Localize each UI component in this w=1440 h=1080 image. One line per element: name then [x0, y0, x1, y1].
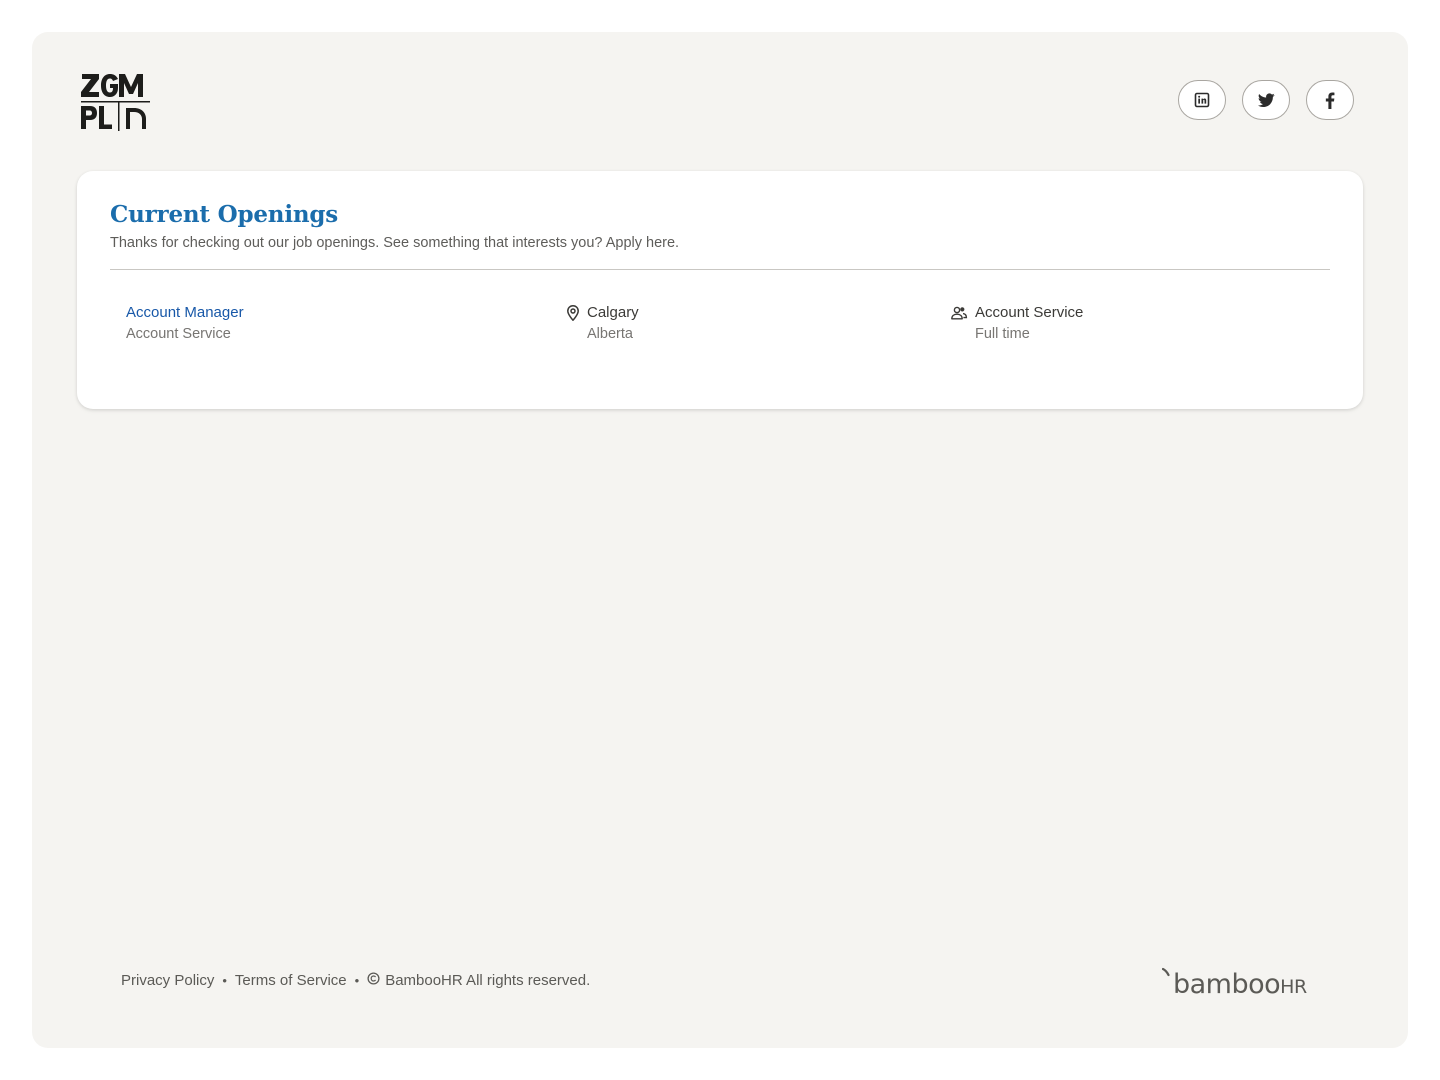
page-frame: Current Openings Thanks for checking out…	[32, 32, 1408, 1048]
company-logo[interactable]	[80, 72, 152, 132]
people-icon	[950, 304, 968, 322]
bamboohr-logo-mark: bambooHR	[1161, 967, 1307, 1000]
linkedin-button[interactable]	[1178, 80, 1226, 120]
job-department: Account Service	[126, 326, 231, 342]
job-row: Account Manager Account Service Calgary …	[126, 303, 1326, 347]
twitter-button[interactable]	[1242, 80, 1290, 120]
facebook-icon	[1325, 91, 1335, 109]
copyright-text: BambooHR All rights reserved.	[385, 972, 591, 989]
job-team: Account Service	[975, 304, 1084, 321]
social-links	[1178, 80, 1354, 120]
openings-card: Current Openings Thanks for checking out…	[77, 171, 1363, 409]
openings-subtitle: Thanks for checking out our job openings…	[110, 235, 680, 251]
privacy-policy-link[interactable]: Privacy Policy	[121, 972, 214, 989]
job-title-column: Account Manager Account Service	[126, 303, 244, 344]
footer-separator: •	[354, 973, 360, 988]
job-city: Calgary	[587, 304, 639, 321]
facebook-button[interactable]	[1306, 80, 1354, 120]
footer-separator: •	[222, 973, 227, 988]
copyright-icon	[367, 972, 380, 989]
footer: Privacy Policy • Terms of Service • Bamb…	[121, 972, 590, 989]
job-region: Alberta	[587, 326, 633, 342]
bamboohr-logo[interactable]: bambooHR	[1161, 967, 1324, 1001]
openings-title: Current Openings	[110, 201, 339, 228]
linkedin-icon	[1194, 92, 1210, 108]
company-logo-mark	[81, 74, 150, 131]
terms-of-service-link[interactable]: Terms of Service	[235, 972, 347, 989]
location-pin-icon	[564, 304, 582, 322]
job-title-link[interactable]: Account Manager	[126, 303, 244, 323]
job-employment-type: Full time	[975, 326, 1030, 342]
twitter-icon	[1257, 92, 1275, 107]
bamboohr-wordmark: bambooHR	[1173, 969, 1307, 1000]
divider	[110, 269, 1330, 270]
